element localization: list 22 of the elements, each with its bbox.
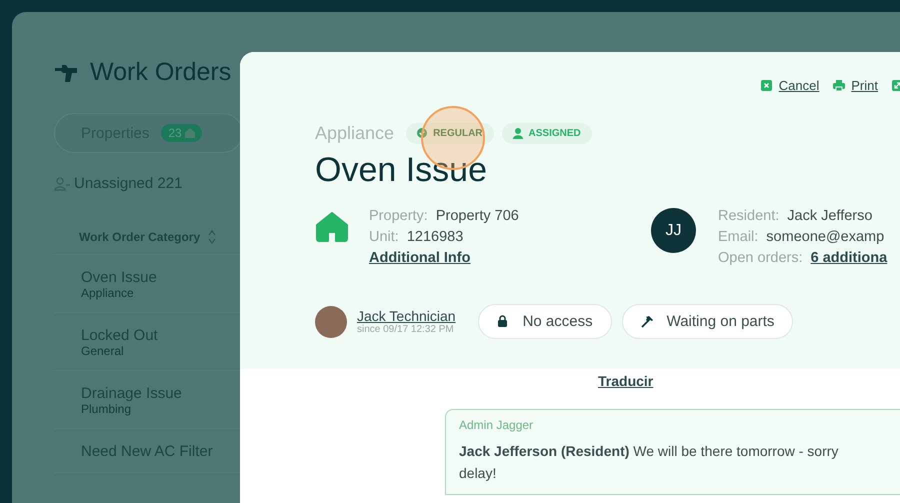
- message-text: Jack Jefferson (Resident) We will be there tomorrow - sorry delay!: [459, 442, 840, 483]
- field-label: Open orders:: [718, 250, 803, 266]
- field-label: Email:: [718, 229, 758, 245]
- badge-label: REGULAR: [433, 128, 483, 139]
- initials-avatar: JJ: [651, 208, 696, 253]
- field-value: Property 706: [436, 208, 519, 224]
- field-label: Unit:: [369, 229, 399, 245]
- category-label: Appliance: [315, 123, 394, 144]
- row-category: Plumbing: [81, 402, 132, 416]
- assigned-since: since 09/17 12:32 PM: [357, 324, 455, 335]
- row-category: General: [81, 344, 125, 358]
- field-value: 1216983: [406, 229, 464, 245]
- field-value: someone@examp: [766, 229, 884, 245]
- count-text: 23: [168, 126, 182, 140]
- work-order-title: Oven Issue: [315, 151, 488, 190]
- page-title: Work Orders: [90, 58, 232, 87]
- field-label: Property:: [369, 208, 428, 224]
- field-value: Jack Jefferso: [787, 208, 872, 224]
- field-label: Resident:: [718, 208, 780, 224]
- row-category: Appliance: [81, 286, 135, 300]
- badge-label: ASSIGNED: [528, 128, 581, 139]
- message-author: Admin Jagger: [459, 418, 534, 432]
